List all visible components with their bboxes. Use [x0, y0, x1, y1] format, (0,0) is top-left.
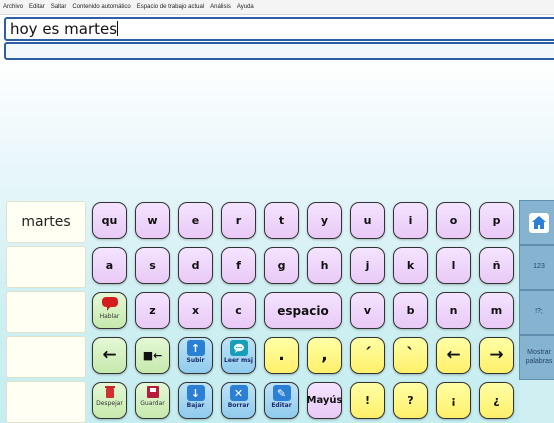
key-question[interactable]: ?	[393, 382, 428, 419]
secondary-text-bar[interactable]	[4, 42, 554, 60]
message-text-area[interactable]: hoy es martes	[4, 17, 554, 41]
key-qu[interactable]: qu	[92, 202, 127, 239]
cursor-left-key[interactable]: ←	[436, 337, 471, 374]
menu-contenido[interactable]: Contenido automático	[72, 4, 130, 10]
key-o[interactable]: o	[436, 202, 471, 239]
leer-label: Leer msj	[224, 357, 253, 364]
despejar-button[interactable]: Despejar	[92, 382, 127, 419]
key-c[interactable]: c	[221, 292, 256, 329]
home-icon	[529, 212, 549, 233]
key-t[interactable]: t	[264, 202, 299, 239]
key-b[interactable]: b	[393, 292, 428, 329]
message-text: hoy es martes	[10, 20, 118, 38]
key-w[interactable]: w	[135, 202, 170, 239]
prediction-5[interactable]	[6, 381, 86, 423]
key-u[interactable]: u	[350, 202, 385, 239]
key-a[interactable]: a	[92, 247, 127, 284]
menu-archivo[interactable]: Archivo	[3, 4, 23, 10]
guardar-button[interactable]: Guardar	[135, 382, 170, 419]
mayus-key[interactable]: Mayús	[307, 382, 343, 419]
key-h[interactable]: h	[307, 247, 342, 284]
close-icon: ✕	[229, 385, 248, 401]
numbers-button[interactable]: 123	[519, 245, 554, 290]
key-enie[interactable]: ñ	[479, 247, 514, 284]
key-p[interactable]: p	[479, 202, 514, 239]
guardar-label: Guardar	[140, 400, 165, 407]
bajar-label: Bajar	[186, 402, 205, 409]
key-acute-accent[interactable]: ´	[350, 337, 385, 374]
key-z[interactable]: z	[135, 292, 170, 329]
text-caret	[117, 21, 119, 36]
key-n[interactable]: n	[436, 292, 471, 329]
side-empty	[519, 380, 554, 423]
key-r[interactable]: r	[221, 202, 256, 239]
down-arrow-icon: ↓	[186, 385, 205, 401]
key-g[interactable]: g	[264, 247, 299, 284]
backspace-key[interactable]: ←	[92, 337, 127, 374]
pencil-icon: ✎	[272, 385, 291, 401]
prediction-1[interactable]: martes	[6, 201, 86, 243]
up-arrow-icon: ↑	[186, 340, 205, 356]
despejar-label: Despejar	[96, 400, 123, 407]
subir-button[interactable]: ↑ Subir	[178, 337, 213, 374]
delete-word-key[interactable]: ■←	[135, 337, 170, 374]
key-k[interactable]: k	[393, 247, 428, 284]
key-v[interactable]: v	[350, 292, 385, 329]
editar-label: Editar	[271, 402, 292, 409]
cursor-right-key[interactable]: →	[479, 337, 514, 374]
key-y[interactable]: y	[307, 202, 342, 239]
editar-button[interactable]: ✎ Editar	[264, 382, 299, 419]
menu-bar: Archivo Editar Saltar Contenido automáti…	[0, 0, 554, 15]
home-button[interactable]	[519, 200, 554, 245]
key-exclamation[interactable]: !	[350, 382, 385, 419]
menu-analisis[interactable]: Análisis	[210, 4, 231, 10]
trash-icon	[104, 386, 115, 398]
key-f[interactable]: f	[221, 247, 256, 284]
punctuation-button[interactable]: !?;	[519, 290, 554, 335]
key-m[interactable]: m	[479, 292, 514, 329]
key-s[interactable]: s	[135, 247, 170, 284]
mostrar-palabras-button[interactable]: Mostrar palabras	[519, 335, 554, 380]
hablar-label: Hablar	[99, 313, 120, 320]
menu-ayuda[interactable]: Ayuda	[237, 4, 254, 10]
key-period[interactable]: .	[264, 337, 299, 374]
menu-espacio[interactable]: Espacio de trabajo actual	[137, 4, 204, 10]
menu-editar[interactable]: Editar	[29, 4, 45, 10]
key-x[interactable]: x	[178, 292, 213, 329]
key-inverted-exclamation[interactable]: ¡	[436, 382, 471, 419]
prediction-2[interactable]	[6, 246, 86, 288]
key-l[interactable]: l	[436, 247, 471, 284]
leer-mensaje-button[interactable]: Leer msj	[221, 337, 256, 374]
prediction-4[interactable]	[6, 336, 86, 378]
prediction-3[interactable]	[6, 291, 86, 333]
bajar-button[interactable]: ↓ Bajar	[178, 382, 213, 419]
key-grave-accent[interactable]: `	[393, 337, 428, 374]
borrar-label: Borrar	[227, 402, 250, 409]
hablar-button[interactable]: Hablar	[92, 292, 127, 329]
key-e[interactable]: e	[178, 202, 213, 239]
key-j[interactable]: j	[350, 247, 385, 284]
save-icon	[146, 386, 159, 398]
key-d[interactable]: d	[178, 247, 213, 284]
speech-icon	[101, 297, 118, 311]
subir-label: Subir	[186, 357, 205, 364]
key-i[interactable]: i	[393, 202, 428, 239]
speech-bubble-icon	[229, 340, 248, 356]
space-key[interactable]: espacio	[264, 292, 342, 329]
menu-saltar[interactable]: Saltar	[51, 4, 67, 10]
key-inverted-question[interactable]: ¿	[479, 382, 514, 419]
key-comma[interactable]: ,	[307, 337, 342, 374]
borrar-button[interactable]: ✕ Borrar	[221, 382, 256, 419]
